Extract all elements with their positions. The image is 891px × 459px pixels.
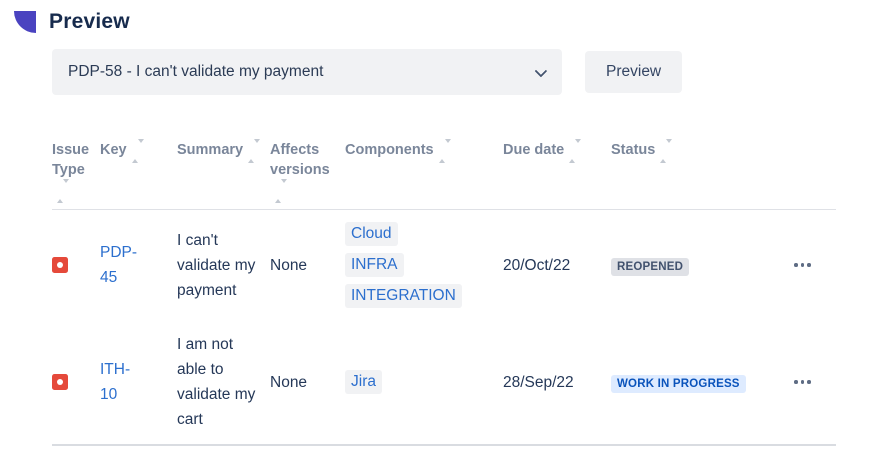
component-link[interactable]: INFRA (345, 253, 404, 277)
column-label: Issue Type (52, 142, 89, 178)
column-label: Due date (503, 142, 564, 158)
issue-type-cell (52, 320, 100, 445)
components-cell: Jira (345, 320, 503, 445)
column-label: Summary (177, 142, 243, 158)
column-label: Status (611, 142, 655, 158)
issue-select-value: PDP-58 - I can't validate my payment (68, 63, 323, 81)
table-row: PDP-45 I can't validate my payment None … (52, 210, 836, 321)
column-header-issue-type[interactable]: Issue Type (52, 140, 100, 210)
column-label: Components (345, 142, 434, 158)
ellipsis-icon[interactable] (790, 374, 815, 390)
quarter-circle-icon (14, 11, 36, 33)
page-header: Preview (0, 0, 891, 34)
affects-versions-cell: None (270, 210, 345, 321)
sort-arrows-icon[interactable] (275, 181, 287, 201)
table-row: ITH-10 I am not able to validate my cart… (52, 320, 836, 445)
column-header-status[interactable]: Status (611, 140, 790, 210)
bug-icon (52, 257, 68, 273)
sort-arrows-icon[interactable] (132, 141, 144, 161)
issue-select[interactable]: PDP-58 - I can't validate my payment (52, 49, 562, 95)
issue-key-link[interactable]: PDP-45 (100, 240, 144, 290)
actions-cell (790, 320, 836, 445)
column-label: Affects versions (270, 142, 330, 178)
sort-arrows-icon[interactable] (660, 141, 672, 161)
chevron-down-icon (535, 64, 548, 77)
due-date-cell: 28/Sep/22 (503, 320, 611, 445)
component-link[interactable]: Cloud (345, 222, 398, 246)
issue-key-link[interactable]: ITH-10 (100, 357, 144, 407)
column-header-summary[interactable]: Summary (177, 140, 270, 210)
status-cell: WORK IN PROGRESS (611, 320, 790, 445)
column-header-components[interactable]: Components (345, 140, 503, 210)
column-header-key[interactable]: Key (100, 140, 177, 210)
status-badge: REOPENED (611, 258, 689, 277)
key-cell: PDP-45 (100, 210, 177, 321)
column-label: Key (100, 142, 127, 158)
issues-table: Issue Type Key Summary Affects versions … (52, 140, 836, 446)
issue-type-cell (52, 210, 100, 321)
status-cell: REOPENED (611, 210, 790, 321)
sort-arrows-icon[interactable] (439, 141, 451, 161)
components-cell: Cloud INFRA INTEGRATION (345, 210, 503, 321)
table-header-row: Issue Type Key Summary Affects versions … (52, 140, 836, 210)
summary-cell: I am not able to validate my cart (177, 320, 270, 445)
bug-icon (52, 374, 68, 390)
column-header-due-date[interactable]: Due date (503, 140, 611, 210)
actions-cell (790, 210, 836, 321)
preview-button[interactable]: Preview (585, 51, 682, 93)
status-badge: WORK IN PROGRESS (611, 375, 746, 394)
sort-arrows-icon[interactable] (248, 141, 260, 161)
affects-versions-cell: None (270, 320, 345, 445)
page-title: Preview (49, 10, 130, 34)
column-header-actions (790, 140, 836, 210)
component-link[interactable]: INTEGRATION (345, 284, 462, 308)
summary-cell: I can't validate my payment (177, 210, 270, 321)
preview-controls: PDP-58 - I can't validate my payment Pre… (52, 49, 891, 95)
component-link[interactable]: Jira (345, 370, 382, 394)
sort-arrows-icon[interactable] (569, 141, 581, 161)
ellipsis-icon[interactable] (790, 257, 815, 273)
due-date-cell: 20/Oct/22 (503, 210, 611, 321)
column-header-affects-versions[interactable]: Affects versions (270, 140, 345, 210)
sort-arrows-icon[interactable] (57, 181, 69, 201)
key-cell: ITH-10 (100, 320, 177, 445)
